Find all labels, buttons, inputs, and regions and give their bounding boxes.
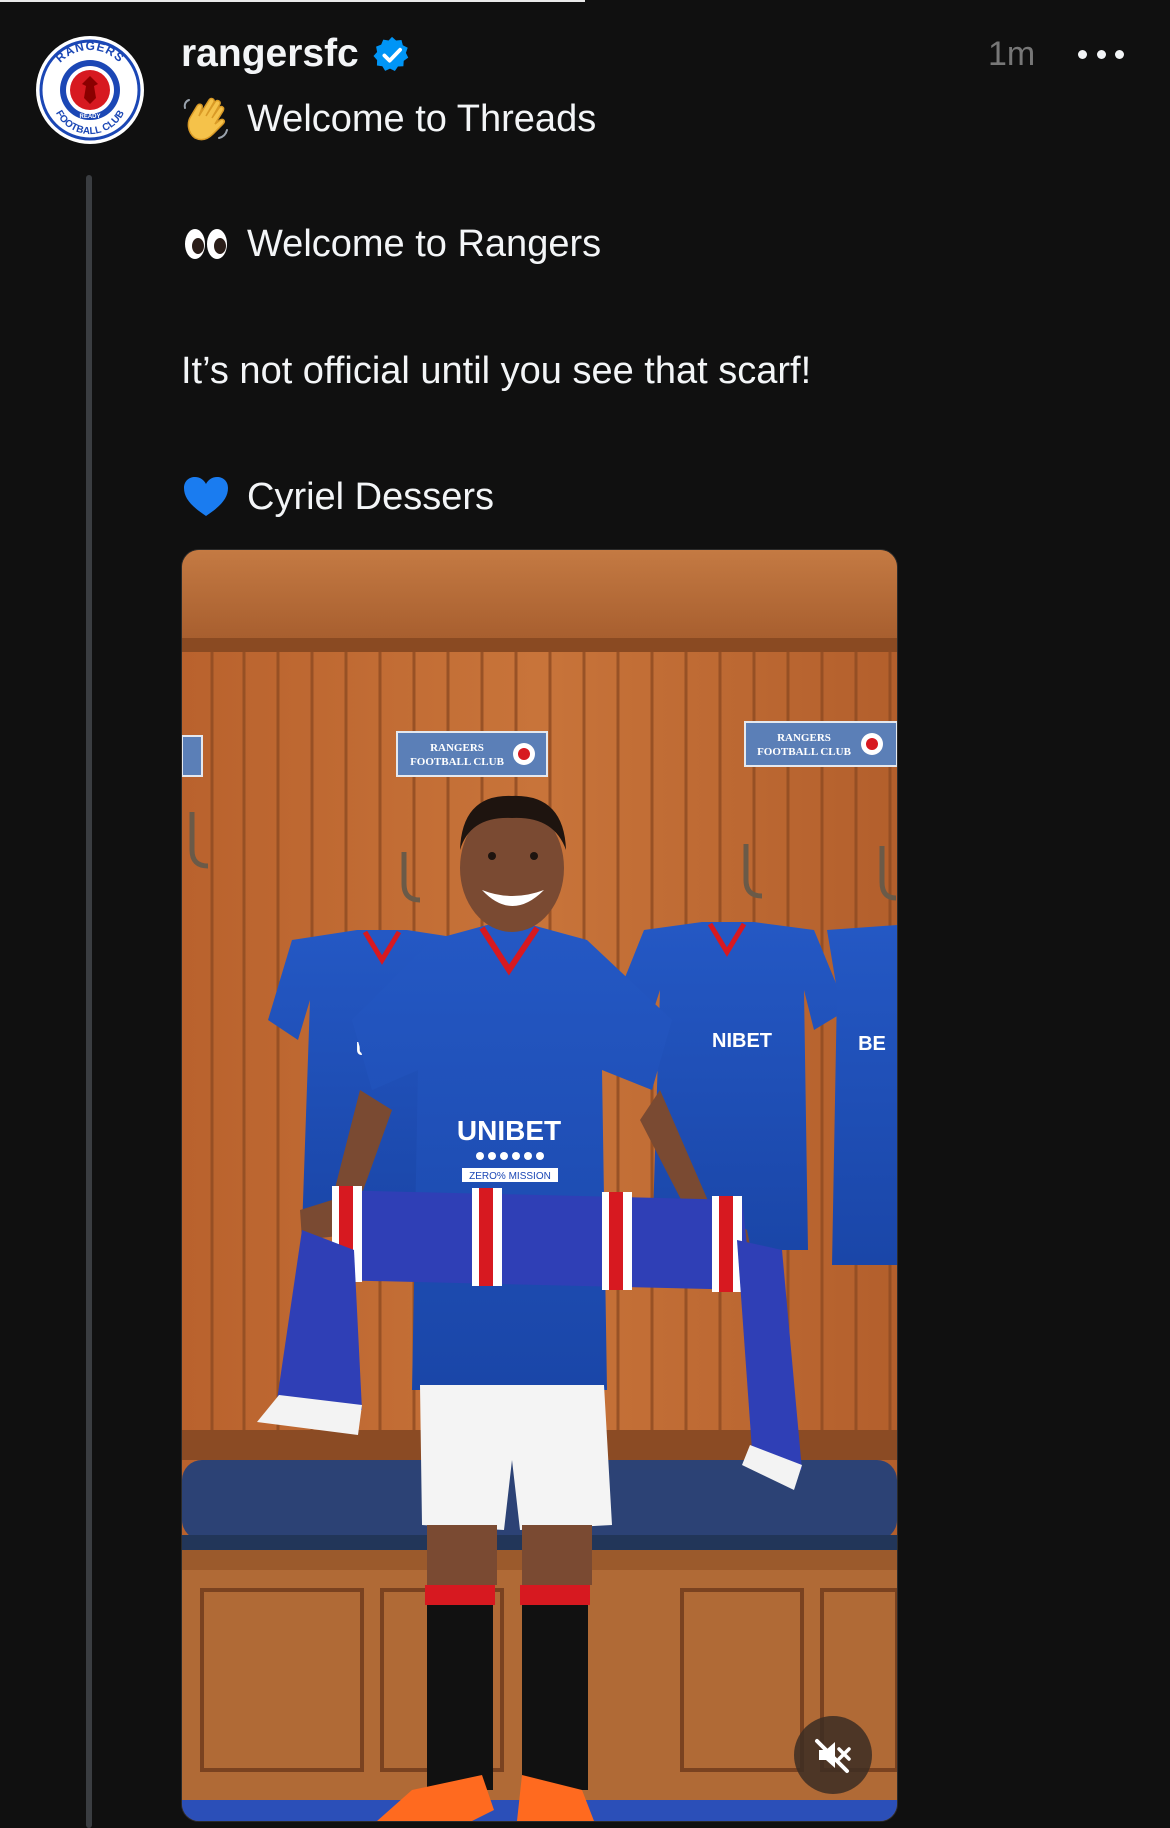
post-line: It’s not official until you see that sca… <box>181 346 811 396</box>
rangers-crest-logo: RANGERS FOOTBALL CLUB READY <box>38 38 142 142</box>
dot <box>1115 49 1124 59</box>
post-line: Cyriel Dessers <box>181 472 494 522</box>
sign-text: RANGERS <box>430 742 484 754</box>
speaker-muted-icon <box>815 1739 851 1773</box>
post-line-text: Welcome to Rangers <box>247 223 602 265</box>
sign-text: FOOTBALL CLUB <box>410 756 504 768</box>
post-timestamp: 1m <box>988 35 1036 73</box>
dot <box>1078 49 1087 59</box>
post-line: Welcome to Rangers <box>181 219 601 269</box>
shirt-sub-text: ZERO% MISSION <box>469 1171 551 1182</box>
sign-text: FOOTBALL CLUB <box>757 746 851 758</box>
story-progress-bar <box>0 0 585 2</box>
logo-motto: READY <box>79 114 100 120</box>
avatar[interactable]: RANGERS FOOTBALL CLUB READY <box>36 36 144 144</box>
video-frame: RANGERS FOOTBALL CLUB RANGERS FOOTBALL C… <box>182 550 897 1821</box>
verified-badge-icon <box>373 36 409 72</box>
username[interactable]: rangersfc <box>181 28 359 80</box>
waving-hand-icon <box>181 94 231 144</box>
thread-line <box>86 175 92 1828</box>
mute-toggle-button[interactable] <box>794 1716 872 1794</box>
dot <box>1096 49 1106 59</box>
video-player[interactable]: RANGERS FOOTBALL CLUB RANGERS FOOTBALL C… <box>181 549 898 1822</box>
post-line-text: Cyriel Dessers <box>247 476 495 518</box>
eyes-icon <box>181 219 231 269</box>
sign-text: RANGERS <box>777 732 831 744</box>
shirt-sponsor-text: UNIBET <box>457 1115 561 1146</box>
post-line-text: It’s not official until you see that sca… <box>181 350 812 392</box>
post-line-text: Welcome to Threads <box>247 98 597 140</box>
svg-text:BE: BE <box>858 1033 886 1055</box>
blue-heart-icon <box>181 472 231 522</box>
more-options-button[interactable] <box>1078 40 1124 68</box>
post-line: Welcome to Threads <box>181 94 596 144</box>
svg-text:NIBET: NIBET <box>712 1030 772 1052</box>
